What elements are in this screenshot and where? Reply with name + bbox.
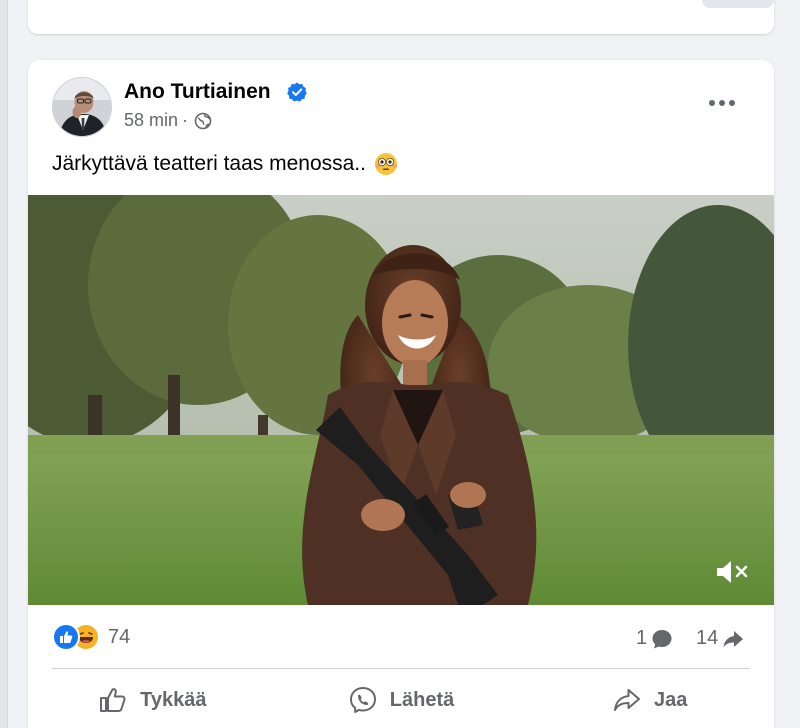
post-stats: 74 1 14 (28, 615, 774, 659)
share-arrow-icon (723, 630, 744, 647)
mute-icon[interactable] (714, 557, 750, 587)
actions-divider (52, 668, 750, 669)
author-name[interactable]: Ano Turtiainen (124, 80, 271, 104)
share-count[interactable]: 14 (696, 627, 744, 650)
like-reaction-icon (52, 623, 80, 651)
left-rail (0, 0, 8, 728)
post-text-content: Järkyttävä teatteri taas menossa.. (52, 152, 366, 175)
comment-count[interactable]: 1 (636, 627, 673, 650)
send-button-label: Lähetä (389, 688, 455, 711)
author-avatar[interactable] (52, 77, 112, 137)
like-button[interactable]: Tykkää (28, 672, 277, 728)
post-video[interactable] (28, 195, 774, 605)
comment-bubble-icon (652, 629, 672, 648)
share-button-label: Jaa (653, 688, 688, 711)
verified-badge-icon (287, 82, 307, 102)
post-time[interactable]: 58 min (124, 110, 178, 131)
share-icon (613, 689, 640, 711)
more-options-button[interactable] (704, 88, 740, 118)
thumbs-up-icon (100, 688, 126, 712)
post-meta: 58 min · (124, 110, 212, 131)
like-button-label: Tykkää (140, 688, 207, 711)
comment-count-value: 1 (636, 627, 648, 649)
post-card: Ano Turtiainen 58 min · Järkyttävä teatt… (28, 60, 774, 728)
reaction-count: 74 (108, 625, 131, 648)
flushed-face-emoji-icon (374, 153, 397, 175)
messenger-icon (349, 687, 376, 713)
share-count-value: 14 (696, 627, 719, 649)
post-text: Järkyttävä teatteri taas menossa.. (52, 152, 398, 176)
action-bar: Tykkää Lähetä Jaa (28, 672, 774, 728)
post-header: Ano Turtiainen 58 min · (28, 60, 774, 150)
top-right-button[interactable] (702, 0, 774, 8)
previous-post-card (28, 0, 774, 34)
more-dots-icon (709, 100, 735, 106)
share-button[interactable]: Jaa (525, 672, 774, 728)
reactions-summary[interactable]: 74 (52, 623, 130, 651)
globe-icon (194, 112, 212, 129)
video-frame-image (28, 195, 774, 605)
send-button[interactable]: Lähetä (277, 672, 526, 728)
meta-separator: · (182, 110, 189, 130)
